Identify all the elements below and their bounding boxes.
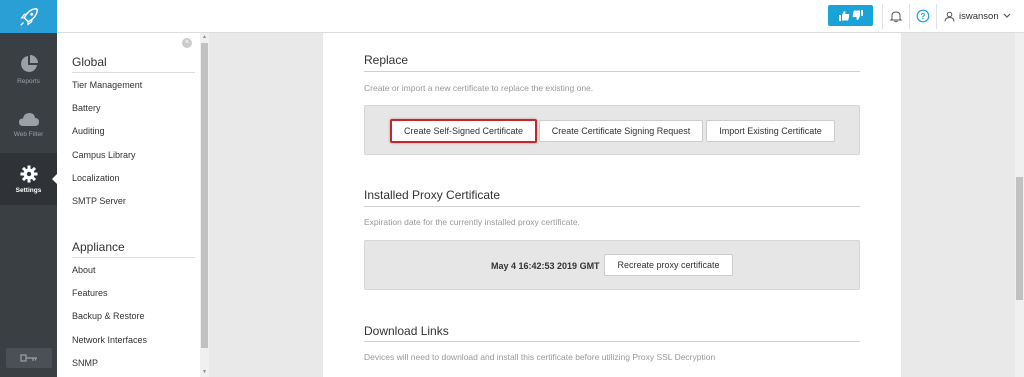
section-title-replace: Replace [364,53,409,67]
top-bar: ? iswanson [0,0,1024,33]
section-description: Expiration date for the currently instal… [364,217,580,227]
import-existing-certificate-button[interactable]: Import Existing Certificate [706,120,835,142]
main-rail: Reports Web Filter Settings [0,33,58,377]
nav-item-network-interfaces[interactable]: Network Interfaces [72,335,147,345]
section-title-download: Download Links [364,324,449,338]
main-scroll-thumb[interactable] [1016,177,1023,300]
cloud-icon [18,112,39,126]
divider [72,257,195,258]
close-icon[interactable]: × [182,38,192,48]
nav-item-battery[interactable]: Battery [72,103,101,113]
key-icon [20,354,37,362]
nav-item-backup-restore[interactable]: Backup & Restore [72,311,145,321]
gear-icon [20,165,37,182]
username: iswanson [959,10,999,22]
scroll-down-icon[interactable]: ▼ [200,369,209,376]
help-icon[interactable]: ? [916,9,930,23]
settings-nav: × Global Tier Management Battery Auditin… [57,33,200,377]
nav-item-campus-library[interactable]: Campus Library [72,150,136,160]
nav-item-snmp[interactable]: SNMP [72,358,98,368]
divider [364,206,860,207]
divider [936,4,937,29]
nav-item-about[interactable]: About [72,265,96,275]
create-csr-button[interactable]: Create Certificate Signing Request [539,120,703,142]
thumbs-down-icon [852,10,863,20]
logout-button[interactable] [6,348,52,368]
pie-chart-icon [20,54,38,72]
section-description: Create or import a new certificate to re… [364,83,594,93]
rail-label: Reports [17,77,40,85]
nav-item-features[interactable]: Features [72,288,108,298]
bell-icon[interactable] [889,9,903,23]
rail-item-reports[interactable]: Reports [0,43,57,95]
rail-label: Web Filter [13,130,44,138]
thumbs-up-icon [838,11,849,21]
certificate-expiry: May 4 16:42:53 2019 GMT [491,261,600,271]
divider [72,72,195,73]
divider [364,341,860,342]
section-title-installed: Installed Proxy Certificate [364,188,501,202]
installed-cert-box: May 4 16:42:53 2019 GMT Recreate proxy c… [364,240,860,290]
nav-item-localization[interactable]: Localization [72,173,120,183]
certificate-panel: Replace Create or import a new certifica… [323,33,901,377]
scroll-up-icon[interactable]: ▲ [200,34,209,41]
divider [882,4,883,29]
user-icon [944,11,955,22]
nav-scrollbar[interactable]: ▲ ▼ [200,33,209,377]
recreate-proxy-certificate-button[interactable]: Recreate proxy certificate [604,254,733,276]
content-area: Replace Create or import a new certifica… [209,33,1015,377]
replace-actions-box: Create Self-Signed Certificate Create Ce… [364,105,860,155]
chevron-down-icon [1003,13,1011,18]
nav-item-tier-management[interactable]: Tier Management [72,80,142,90]
nav-scroll-thumb[interactable] [201,43,208,348]
nav-item-smtp-server[interactable]: SMTP Server [72,196,126,206]
divider [909,4,910,29]
section-description: Devices will need to download and instal… [364,352,716,362]
rocket-logo-icon[interactable] [0,0,57,33]
rail-label: Settings [15,186,42,194]
rail-item-web-filter[interactable]: Web Filter [0,98,57,150]
feedback-button[interactable] [828,5,873,26]
main-scrollbar[interactable] [1015,33,1024,377]
rail-item-settings[interactable]: Settings [0,153,58,205]
nav-heading-appliance: Appliance [72,240,125,254]
nav-heading-global: Global [72,55,107,69]
create-self-signed-certificate-button[interactable]: Create Self-Signed Certificate [390,119,537,143]
divider [364,71,860,72]
svg-text:?: ? [921,12,926,21]
nav-item-auditing[interactable]: Auditing [72,126,105,136]
user-menu[interactable]: iswanson [944,9,1011,23]
